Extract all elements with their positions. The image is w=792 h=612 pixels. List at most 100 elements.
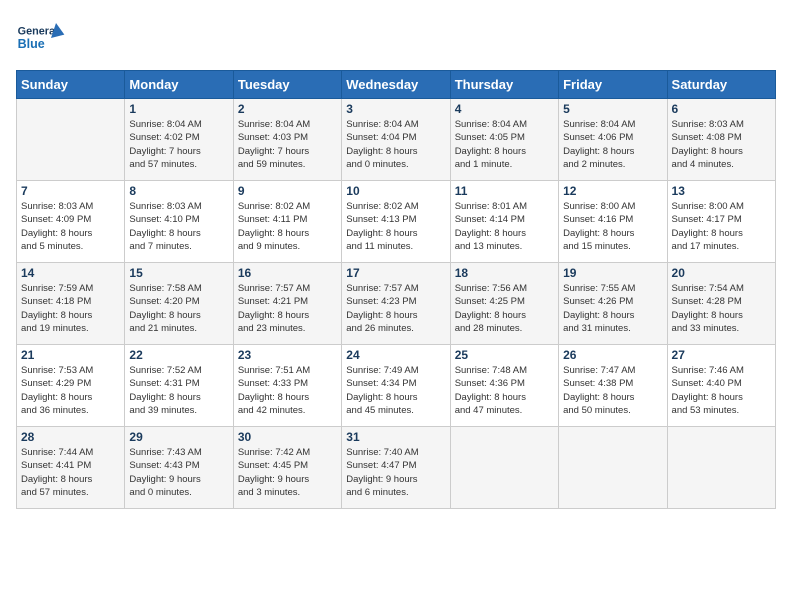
day-info: Sunrise: 7:58 AMSunset: 4:20 PMDaylight:… [129, 282, 228, 335]
calendar-cell: 2 Sunrise: 8:04 AMSunset: 4:03 PMDaylight… [233, 99, 341, 181]
day-number: 8 [129, 184, 228, 198]
day-number: 20 [672, 266, 771, 280]
day-info: Sunrise: 8:04 AMSunset: 4:06 PMDaylight:… [563, 118, 662, 171]
day-number: 1 [129, 102, 228, 116]
day-number: 19 [563, 266, 662, 280]
calendar-cell: 3 Sunrise: 8:04 AMSunset: 4:04 PMDaylight… [342, 99, 450, 181]
day-info: Sunrise: 8:04 AMSunset: 4:04 PMDaylight:… [346, 118, 445, 171]
logo-svg: General Blue [16, 16, 66, 60]
calendar-cell: 21 Sunrise: 7:53 AMSunset: 4:29 PMDayligh… [17, 345, 125, 427]
calendar-cell: 27 Sunrise: 7:46 AMSunset: 4:40 PMDayligh… [667, 345, 775, 427]
day-info: Sunrise: 8:00 AMSunset: 4:16 PMDaylight:… [563, 200, 662, 253]
day-number: 30 [238, 430, 337, 444]
day-info: Sunrise: 8:03 AMSunset: 4:09 PMDaylight:… [21, 200, 120, 253]
column-header-monday: Monday [125, 71, 233, 99]
day-number: 2 [238, 102, 337, 116]
calendar-cell: 23 Sunrise: 7:51 AMSunset: 4:33 PMDayligh… [233, 345, 341, 427]
calendar-week-5: 28Sunrise: 7:44 AMSunset: 4:41 PMDayligh… [17, 427, 776, 509]
calendar-cell: 8 Sunrise: 8:03 AMSunset: 4:10 PMDaylight… [125, 181, 233, 263]
day-number: 7 [21, 184, 120, 198]
calendar-cell: 26Sunrise: 7:47 AMSunset: 4:38 PMDayligh… [559, 345, 667, 427]
page-header: General Blue [16, 16, 776, 60]
day-number: 23 [238, 348, 337, 362]
calendar-cell: 10 Sunrise: 8:02 AMSunset: 4:13 PMDayligh… [342, 181, 450, 263]
day-info: Sunrise: 8:03 AMSunset: 4:08 PMDaylight:… [672, 118, 771, 171]
day-number: 17 [346, 266, 445, 280]
day-number: 31 [346, 430, 445, 444]
calendar-cell: 15 Sunrise: 7:58 AMSunset: 4:20 PMDayligh… [125, 263, 233, 345]
day-number: 24 [346, 348, 445, 362]
calendar-week-4: 21 Sunrise: 7:53 AMSunset: 4:29 PMDayligh… [17, 345, 776, 427]
calendar-cell: 16 Sunrise: 7:57 AMSunset: 4:21 PMDayligh… [233, 263, 341, 345]
day-info: Sunrise: 8:01 AMSunset: 4:14 PMDaylight:… [455, 200, 554, 253]
day-info: Sunrise: 7:57 AMSunset: 4:21 PMDaylight:… [238, 282, 337, 335]
day-info: Sunrise: 8:04 AMSunset: 4:02 PMDaylight:… [129, 118, 228, 171]
calendar-cell [17, 99, 125, 181]
day-number: 25 [455, 348, 554, 362]
column-header-saturday: Saturday [667, 71, 775, 99]
day-number: 5 [563, 102, 662, 116]
day-info: Sunrise: 7:56 AMSunset: 4:25 PMDaylight:… [455, 282, 554, 335]
day-number: 14 [21, 266, 120, 280]
day-info: Sunrise: 8:03 AMSunset: 4:10 PMDaylight:… [129, 200, 228, 253]
calendar-cell: 30 Sunrise: 7:42 AMSunset: 4:45 PMDayligh… [233, 427, 341, 509]
day-number: 12 [563, 184, 662, 198]
calendar-table: SundayMondayTuesdayWednesdayThursdayFrid… [16, 70, 776, 509]
day-info: Sunrise: 7:43 AMSunset: 4:43 PMDaylight:… [129, 446, 228, 499]
day-number: 21 [21, 348, 120, 362]
calendar-cell: 22Sunrise: 7:52 AMSunset: 4:31 PMDayligh… [125, 345, 233, 427]
day-info: Sunrise: 7:47 AMSunset: 4:38 PMDaylight:… [563, 364, 662, 417]
column-header-thursday: Thursday [450, 71, 558, 99]
day-number: 4 [455, 102, 554, 116]
calendar-cell: 17 Sunrise: 7:57 AMSunset: 4:23 PMDayligh… [342, 263, 450, 345]
calendar-cell: 24Sunrise: 7:49 AMSunset: 4:34 PMDayligh… [342, 345, 450, 427]
day-info: Sunrise: 7:46 AMSunset: 4:40 PMDaylight:… [672, 364, 771, 417]
day-number: 10 [346, 184, 445, 198]
day-info: Sunrise: 8:02 AMSunset: 4:11 PMDaylight:… [238, 200, 337, 253]
calendar-cell [667, 427, 775, 509]
day-info: Sunrise: 7:48 AMSunset: 4:36 PMDaylight:… [455, 364, 554, 417]
day-number: 3 [346, 102, 445, 116]
calendar-cell: 13 Sunrise: 8:00 AMSunset: 4:17 PMDayligh… [667, 181, 775, 263]
day-info: Sunrise: 7:42 AMSunset: 4:45 PMDaylight:… [238, 446, 337, 499]
day-number: 15 [129, 266, 228, 280]
day-info: Sunrise: 7:53 AMSunset: 4:29 PMDaylight:… [21, 364, 120, 417]
day-number: 6 [672, 102, 771, 116]
calendar-cell: 4 Sunrise: 8:04 AMSunset: 4:05 PMDaylight… [450, 99, 558, 181]
calendar-cell: 6 Sunrise: 8:03 AMSunset: 4:08 PMDaylight… [667, 99, 775, 181]
column-header-wednesday: Wednesday [342, 71, 450, 99]
day-info: Sunrise: 8:04 AMSunset: 4:03 PMDaylight:… [238, 118, 337, 171]
day-info: Sunrise: 7:59 AMSunset: 4:18 PMDaylight:… [21, 282, 120, 335]
day-number: 16 [238, 266, 337, 280]
day-info: Sunrise: 7:57 AMSunset: 4:23 PMDaylight:… [346, 282, 445, 335]
calendar-cell: 25 Sunrise: 7:48 AMSunset: 4:36 PMDayligh… [450, 345, 558, 427]
calendar-cell: 1 Sunrise: 8:04 AMSunset: 4:02 PMDaylight… [125, 99, 233, 181]
day-number: 28 [21, 430, 120, 444]
calendar-cell: 18 Sunrise: 7:56 AMSunset: 4:25 PMDayligh… [450, 263, 558, 345]
day-info: Sunrise: 7:51 AMSunset: 4:33 PMDaylight:… [238, 364, 337, 417]
day-number: 27 [672, 348, 771, 362]
column-header-sunday: Sunday [17, 71, 125, 99]
column-header-tuesday: Tuesday [233, 71, 341, 99]
day-info: Sunrise: 8:00 AMSunset: 4:17 PMDaylight:… [672, 200, 771, 253]
calendar-cell: 19 Sunrise: 7:55 AMSunset: 4:26 PMDayligh… [559, 263, 667, 345]
calendar-cell: 29Sunrise: 7:43 AMSunset: 4:43 PMDayligh… [125, 427, 233, 509]
calendar-cell: 12 Sunrise: 8:00 AMSunset: 4:16 PMDayligh… [559, 181, 667, 263]
day-info: Sunrise: 8:02 AMSunset: 4:13 PMDaylight:… [346, 200, 445, 253]
day-number: 9 [238, 184, 337, 198]
calendar-week-1: 1 Sunrise: 8:04 AMSunset: 4:02 PMDaylight… [17, 99, 776, 181]
logo: General Blue [16, 16, 66, 60]
day-number: 11 [455, 184, 554, 198]
calendar-cell: 5 Sunrise: 8:04 AMSunset: 4:06 PMDaylight… [559, 99, 667, 181]
day-info: Sunrise: 7:55 AMSunset: 4:26 PMDaylight:… [563, 282, 662, 335]
day-info: Sunrise: 8:04 AMSunset: 4:05 PMDaylight:… [455, 118, 554, 171]
day-info: Sunrise: 7:40 AMSunset: 4:47 PMDaylight:… [346, 446, 445, 499]
calendar-cell: 7 Sunrise: 8:03 AMSunset: 4:09 PMDaylight… [17, 181, 125, 263]
day-number: 18 [455, 266, 554, 280]
calendar-cell: 11 Sunrise: 8:01 AMSunset: 4:14 PMDayligh… [450, 181, 558, 263]
calendar-cell: 9 Sunrise: 8:02 AMSunset: 4:11 PMDaylight… [233, 181, 341, 263]
day-number: 13 [672, 184, 771, 198]
column-header-friday: Friday [559, 71, 667, 99]
calendar-cell: 28Sunrise: 7:44 AMSunset: 4:41 PMDayligh… [17, 427, 125, 509]
day-info: Sunrise: 7:54 AMSunset: 4:28 PMDaylight:… [672, 282, 771, 335]
